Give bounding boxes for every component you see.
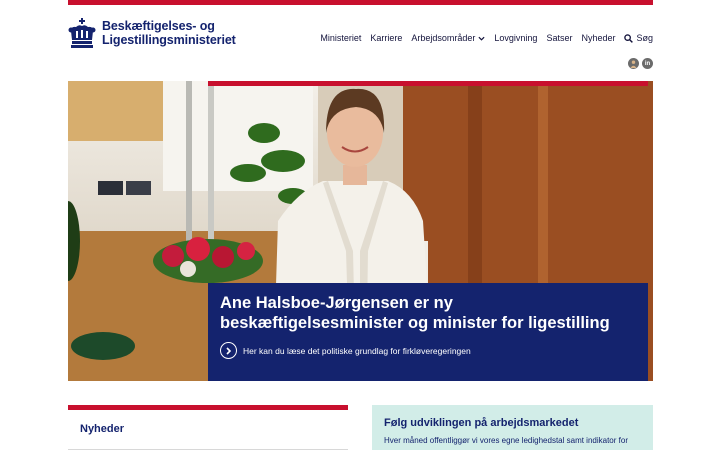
labour-market-text: Hver måned offentliggør vi vores egne le… (384, 436, 628, 445)
main-nav: Ministeriet Karriere Arbejdsområder Lovg… (320, 33, 653, 43)
nav-item-arbejdsomraader[interactable]: Arbejdsområder (411, 33, 485, 43)
nav-item-satser[interactable]: Satser (546, 33, 572, 43)
labour-market-box[interactable]: Følg udviklingen på arbejdsmarkedet Hver… (372, 405, 653, 450)
person-icon[interactable] (628, 58, 639, 69)
logo-text: Beskæftigelses- og Ligestillingsminister… (102, 19, 236, 47)
chevron-right-icon (220, 342, 237, 359)
top-accent-bar (68, 0, 653, 5)
hero-banner[interactable]: Ane Halsboe-Jørgensen er ny beskæftigels… (68, 81, 653, 381)
nav-item-nyheder[interactable]: Nyheder (581, 33, 615, 43)
hero-card[interactable]: Ane Halsboe-Jørgensen er ny beskæftigels… (208, 283, 648, 381)
chevron-down-icon (478, 36, 485, 41)
logo-line2: Ligestillingsministeriet (102, 33, 236, 47)
nav-item-karriere[interactable]: Karriere (370, 33, 402, 43)
hero-link[interactable]: Her kan du læse det politiske grundlag f… (220, 342, 636, 359)
hero-link-text: Her kan du læse det politiske grundlag f… (243, 345, 471, 356)
search-button[interactable]: Søg (624, 33, 653, 43)
search-label: Søg (636, 33, 653, 43)
labour-market-title[interactable]: Følg udviklingen på arbejdsmarkedet (384, 417, 641, 429)
hero-title[interactable]: Ane Halsboe-Jørgensen er ny beskæftigels… (220, 293, 636, 333)
nav-item-lovgivning[interactable]: Lovgivning (494, 33, 537, 43)
search-icon (624, 33, 634, 43)
social-links: in (628, 58, 653, 69)
crown-icon (68, 18, 96, 48)
nav-item-arbejdsomraader-label: Arbejdsområder (411, 33, 476, 43)
news-heading: Nyheder (80, 423, 125, 435)
logo-line1: Beskæftigelses- og (102, 19, 215, 33)
nav-item-ministeriet[interactable]: Ministeriet (320, 33, 361, 43)
news-accent-bar (68, 405, 348, 410)
linkedin-icon[interactable]: in (642, 58, 653, 69)
ministry-logo[interactable]: Beskæftigelses- og Ligestillingsminister… (68, 18, 236, 48)
hero-accent-bar (208, 81, 648, 86)
